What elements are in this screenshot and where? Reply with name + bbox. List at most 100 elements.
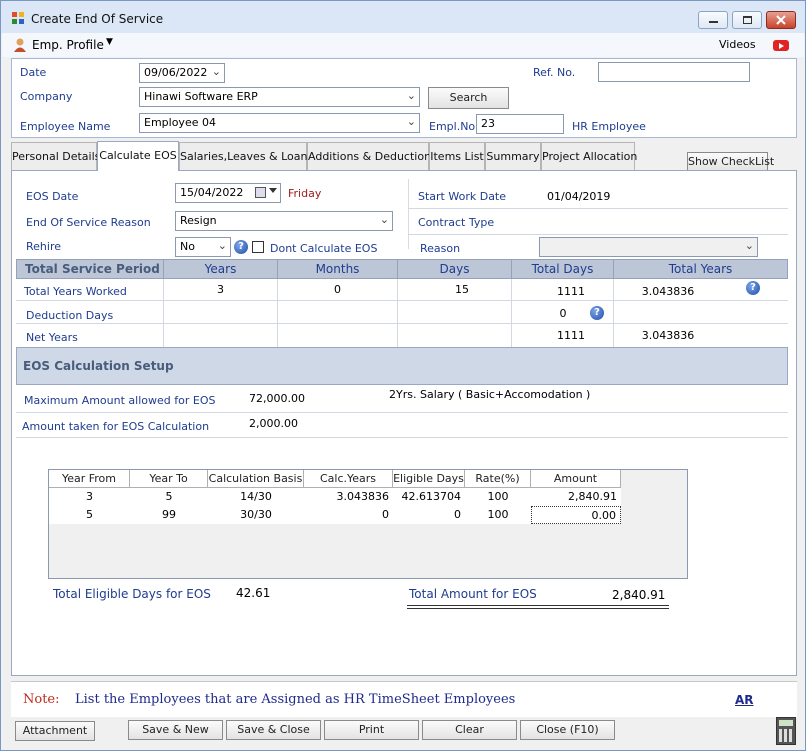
save-close-button[interactable]: Save & Close bbox=[226, 720, 321, 740]
date-field[interactable]: 09/06/2022 ⌄ bbox=[139, 63, 225, 83]
ref-no-label: Ref. No. bbox=[533, 66, 576, 79]
close-button[interactable] bbox=[766, 11, 796, 29]
clear-button[interactable]: Clear bbox=[422, 720, 517, 740]
rehire-select[interactable]: No ⌄ bbox=[175, 237, 231, 257]
tab-additions-deductions[interactable]: Additions & Deductions bbox=[307, 142, 437, 170]
amount-taken-value: 2,000.00 bbox=[249, 417, 298, 430]
chevron-down-icon: ⌄ bbox=[744, 239, 754, 252]
table-cell[interactable]: 42.613704 bbox=[393, 488, 465, 506]
eos-date-label: EOS Date bbox=[26, 190, 79, 203]
eos-date-field[interactable]: 15/04/2022 bbox=[175, 183, 281, 203]
header-panel: Date 09/06/2022 ⌄ Ref. No. Company Hinawi… bbox=[11, 58, 797, 138]
note-text: List the Employees that are Assigned as … bbox=[75, 692, 516, 707]
eos-reason-select[interactable]: Resign ⌄ bbox=[175, 211, 393, 231]
help-icon[interactable]: ? bbox=[234, 240, 248, 254]
table-row-label: Deduction Days bbox=[26, 309, 114, 322]
tab-calculate-eos[interactable]: Calculate EOS bbox=[97, 141, 179, 171]
dont-calculate-label: Dont Calculate EOS bbox=[270, 242, 378, 255]
empl-no-field[interactable]: 23 bbox=[476, 114, 564, 134]
restore-button[interactable] bbox=[732, 11, 762, 29]
table-cell[interactable]: 0 bbox=[304, 506, 393, 524]
total-amount-value: 2,840.91 bbox=[612, 588, 666, 602]
eos-setup-band: EOS Calculation Setup bbox=[16, 347, 788, 385]
service-header-years: Years bbox=[163, 259, 278, 279]
amount-taken-label: Amount taken for EOS Calculation bbox=[22, 420, 210, 433]
table-cell[interactable]: 5 bbox=[49, 506, 130, 524]
show-checklist-button[interactable]: Show CheckList bbox=[687, 152, 774, 171]
table-cell[interactable]: 0 bbox=[393, 506, 465, 524]
empl-no-label: Empl.No bbox=[429, 120, 476, 133]
tab-items-list[interactable]: Items List bbox=[429, 142, 485, 170]
help-icon[interactable]: ? bbox=[590, 306, 604, 320]
table-cell[interactable]: 0.00 bbox=[531, 506, 621, 524]
calc-table[interactable]: Year From Year To Calculation Basis Calc… bbox=[48, 469, 688, 579]
tab-salaries-leaves-loans[interactable]: Salaries,Leaves & Loans bbox=[179, 142, 313, 170]
note-bar: Note: List the Employees that are Assign… bbox=[11, 681, 797, 717]
attachment-button[interactable]: Attachment bbox=[15, 721, 95, 741]
rehire-value: No bbox=[180, 240, 195, 253]
print-button[interactable]: Print bbox=[324, 720, 419, 740]
col-header: Calculation Basis bbox=[208, 470, 304, 488]
table-cell[interactable]: 100 bbox=[465, 506, 531, 524]
chevron-down-icon: ⌄ bbox=[379, 213, 389, 226]
close-f10-button[interactable]: Close (F10) bbox=[520, 720, 615, 740]
date-value: 09/06/2022 bbox=[144, 66, 208, 79]
ref-no-field[interactable] bbox=[598, 62, 750, 82]
save-new-button[interactable]: Save & New bbox=[128, 720, 223, 740]
employee-icon bbox=[14, 38, 26, 52]
service-header-total-years: Total Years bbox=[613, 259, 788, 279]
app-icon bbox=[11, 11, 25, 25]
company-select[interactable]: Hinawi Software ERP ⌄ bbox=[139, 87, 420, 107]
total-underline bbox=[407, 605, 669, 609]
eos-day-label: Friday bbox=[288, 187, 322, 200]
service-header-months: Months bbox=[277, 259, 398, 279]
calculator-icon[interactable] bbox=[776, 717, 796, 745]
ar-link[interactable]: AR bbox=[735, 693, 754, 707]
note-label: Note: bbox=[23, 692, 60, 707]
chevron-down-icon: ⌄ bbox=[406, 115, 416, 128]
help-icon[interactable]: ? bbox=[746, 281, 760, 295]
employee-select[interactable]: Employee 04 ⌄ bbox=[139, 113, 420, 133]
videos-label[interactable]: Videos bbox=[719, 38, 756, 51]
date-label: Date bbox=[20, 66, 47, 79]
emp-profile-menu[interactable]: Emp. Profile ▼ bbox=[8, 36, 118, 54]
col-header: Calc.Years bbox=[304, 470, 393, 488]
tab-personal-details[interactable]: Personal Details bbox=[11, 142, 100, 170]
start-work-date-label: Start Work Date bbox=[418, 190, 507, 203]
total-amount-label: Total Amount for EOS bbox=[409, 587, 537, 601]
total-eligible-days-label: Total Eligible Days for EOS bbox=[53, 587, 211, 601]
calendar-icon[interactable] bbox=[255, 187, 266, 198]
menu-bar: Emp. Profile ▼ Videos bbox=[2, 33, 804, 57]
emp-profile-label: Emp. Profile bbox=[32, 38, 104, 52]
table-cell[interactable]: 2,840.91 bbox=[531, 488, 621, 506]
calculate-eos-panel: EOS Date 15/04/2022 Friday Start Work Da… bbox=[11, 170, 797, 676]
window: Create End Of Service Emp. Profile ▼ Vid… bbox=[0, 0, 806, 751]
minimize-button[interactable] bbox=[698, 11, 728, 29]
company-label: Company bbox=[20, 90, 73, 103]
tab-summary[interactable]: Summary bbox=[485, 142, 541, 170]
table-cell[interactable]: 3.043836 bbox=[304, 488, 393, 506]
reason-select[interactable]: ⌄ bbox=[539, 237, 758, 257]
table-cell[interactable]: 99 bbox=[130, 506, 208, 524]
table-cell[interactable]: 5 bbox=[130, 488, 208, 506]
table-cell[interactable]: 100 bbox=[465, 488, 531, 506]
formula-label: 2Yrs. Salary ( Basic+Accomodation ) bbox=[389, 388, 591, 401]
chevron-down-icon bbox=[269, 188, 277, 193]
tab-project-allocation[interactable]: Project Allocation bbox=[541, 142, 637, 170]
reason-label: Reason bbox=[420, 242, 461, 255]
table-cell[interactable]: 14/30 bbox=[208, 488, 304, 506]
chevron-down-icon: ▼ bbox=[106, 37, 113, 47]
table-cell[interactable]: 3 bbox=[49, 488, 130, 506]
rehire-label: Rehire bbox=[26, 240, 61, 253]
table-cell: 15 bbox=[455, 283, 469, 296]
chevron-down-icon: ⌄ bbox=[217, 239, 227, 252]
search-button[interactable]: Search bbox=[428, 87, 509, 109]
employee-value: Employee 04 bbox=[144, 116, 216, 129]
employee-name-label: Employee Name bbox=[20, 120, 111, 133]
contract-type-label: Contract Type bbox=[418, 216, 495, 229]
eos-setup-title: EOS Calculation Setup bbox=[23, 359, 174, 373]
table-cell[interactable]: 30/30 bbox=[208, 506, 304, 524]
dont-calculate-checkbox[interactable] bbox=[252, 241, 264, 253]
youtube-icon[interactable] bbox=[773, 40, 789, 51]
hr-employee-label: HR Employee bbox=[572, 120, 646, 133]
